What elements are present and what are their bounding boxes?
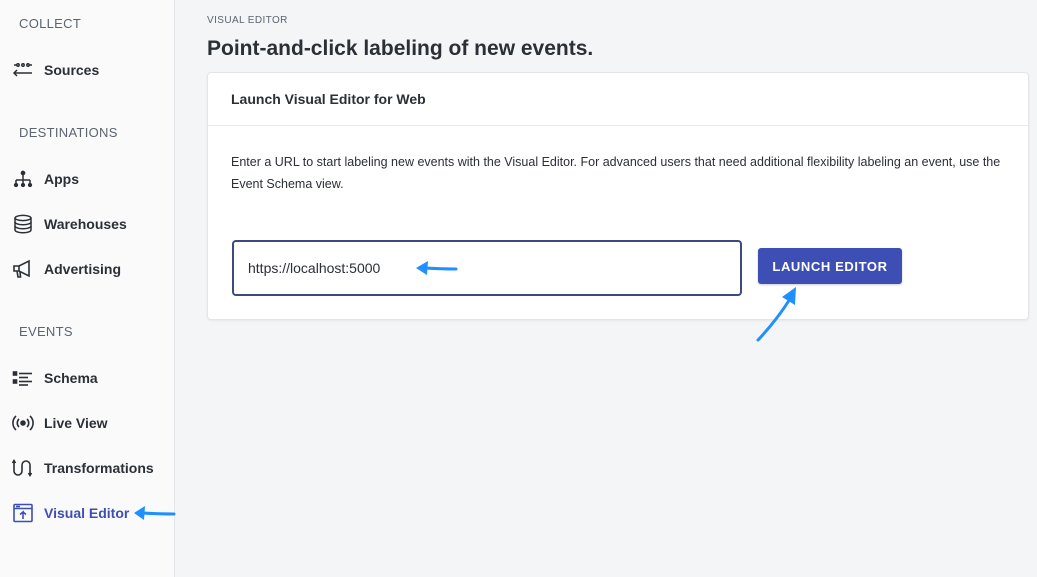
- section-title-destinations: DESTINATIONS: [19, 125, 118, 140]
- sidebar-item-label: Schema: [44, 370, 98, 386]
- sidebar-item-apps[interactable]: Apps: [0, 163, 174, 195]
- card-header: Launch Visual Editor for Web: [208, 73, 1028, 126]
- sidebar-item-label: Apps: [44, 171, 79, 187]
- section-title-collect: COLLECT: [19, 16, 82, 31]
- page-eyebrow: VISUAL EDITOR: [207, 15, 288, 26]
- megaphone-icon: [12, 258, 34, 280]
- page-title: Point-and-click labeling of new events.: [207, 37, 594, 60]
- sidebar-item-label: Visual Editor: [44, 505, 130, 521]
- sidebar-item-schema[interactable]: Schema: [0, 362, 174, 394]
- sidebar-item-sources[interactable]: Sources: [0, 54, 174, 86]
- sidebar-item-live-view[interactable]: Live View: [0, 407, 174, 439]
- database-icon: [12, 213, 34, 235]
- section-title-events: EVENTS: [19, 324, 73, 339]
- broadcast-icon: [12, 412, 34, 434]
- schema-list-icon: [12, 367, 34, 389]
- annotation-arrow-button: [756, 287, 796, 342]
- launch-editor-button[interactable]: LAUNCH EDITOR: [758, 248, 902, 284]
- sidebar-item-advertising[interactable]: Advertising: [0, 253, 174, 285]
- card-title: Launch Visual Editor for Web: [231, 91, 426, 107]
- transform-icon: [12, 457, 34, 479]
- sidebar-item-transformations[interactable]: Transformations: [0, 452, 174, 484]
- sidebar-item-label: Warehouses: [44, 216, 127, 232]
- sidebar-item-label: Advertising: [44, 261, 122, 277]
- sidebar-item-label: Transformations: [44, 460, 154, 476]
- sidebar-item-warehouses[interactable]: Warehouses: [0, 208, 174, 240]
- launch-card: Launch Visual Editor for Web Enter a URL…: [207, 72, 1029, 320]
- sidebar: COLLECT Sources DESTINATIONS Apps Wareho…: [0, 0, 175, 577]
- visual-editor-icon: [12, 502, 34, 524]
- url-input[interactable]: [232, 240, 742, 296]
- sidebar-item-label: Live View: [44, 415, 108, 431]
- annotation-arrow-input: [416, 261, 458, 275]
- sidebar-item-label: Sources: [44, 62, 100, 78]
- sources-icon: [12, 59, 34, 81]
- apps-icon: [12, 168, 34, 190]
- annotation-arrow-sidebar: [134, 506, 176, 520]
- card-description: Enter a URL to start labeling new events…: [231, 155, 1001, 191]
